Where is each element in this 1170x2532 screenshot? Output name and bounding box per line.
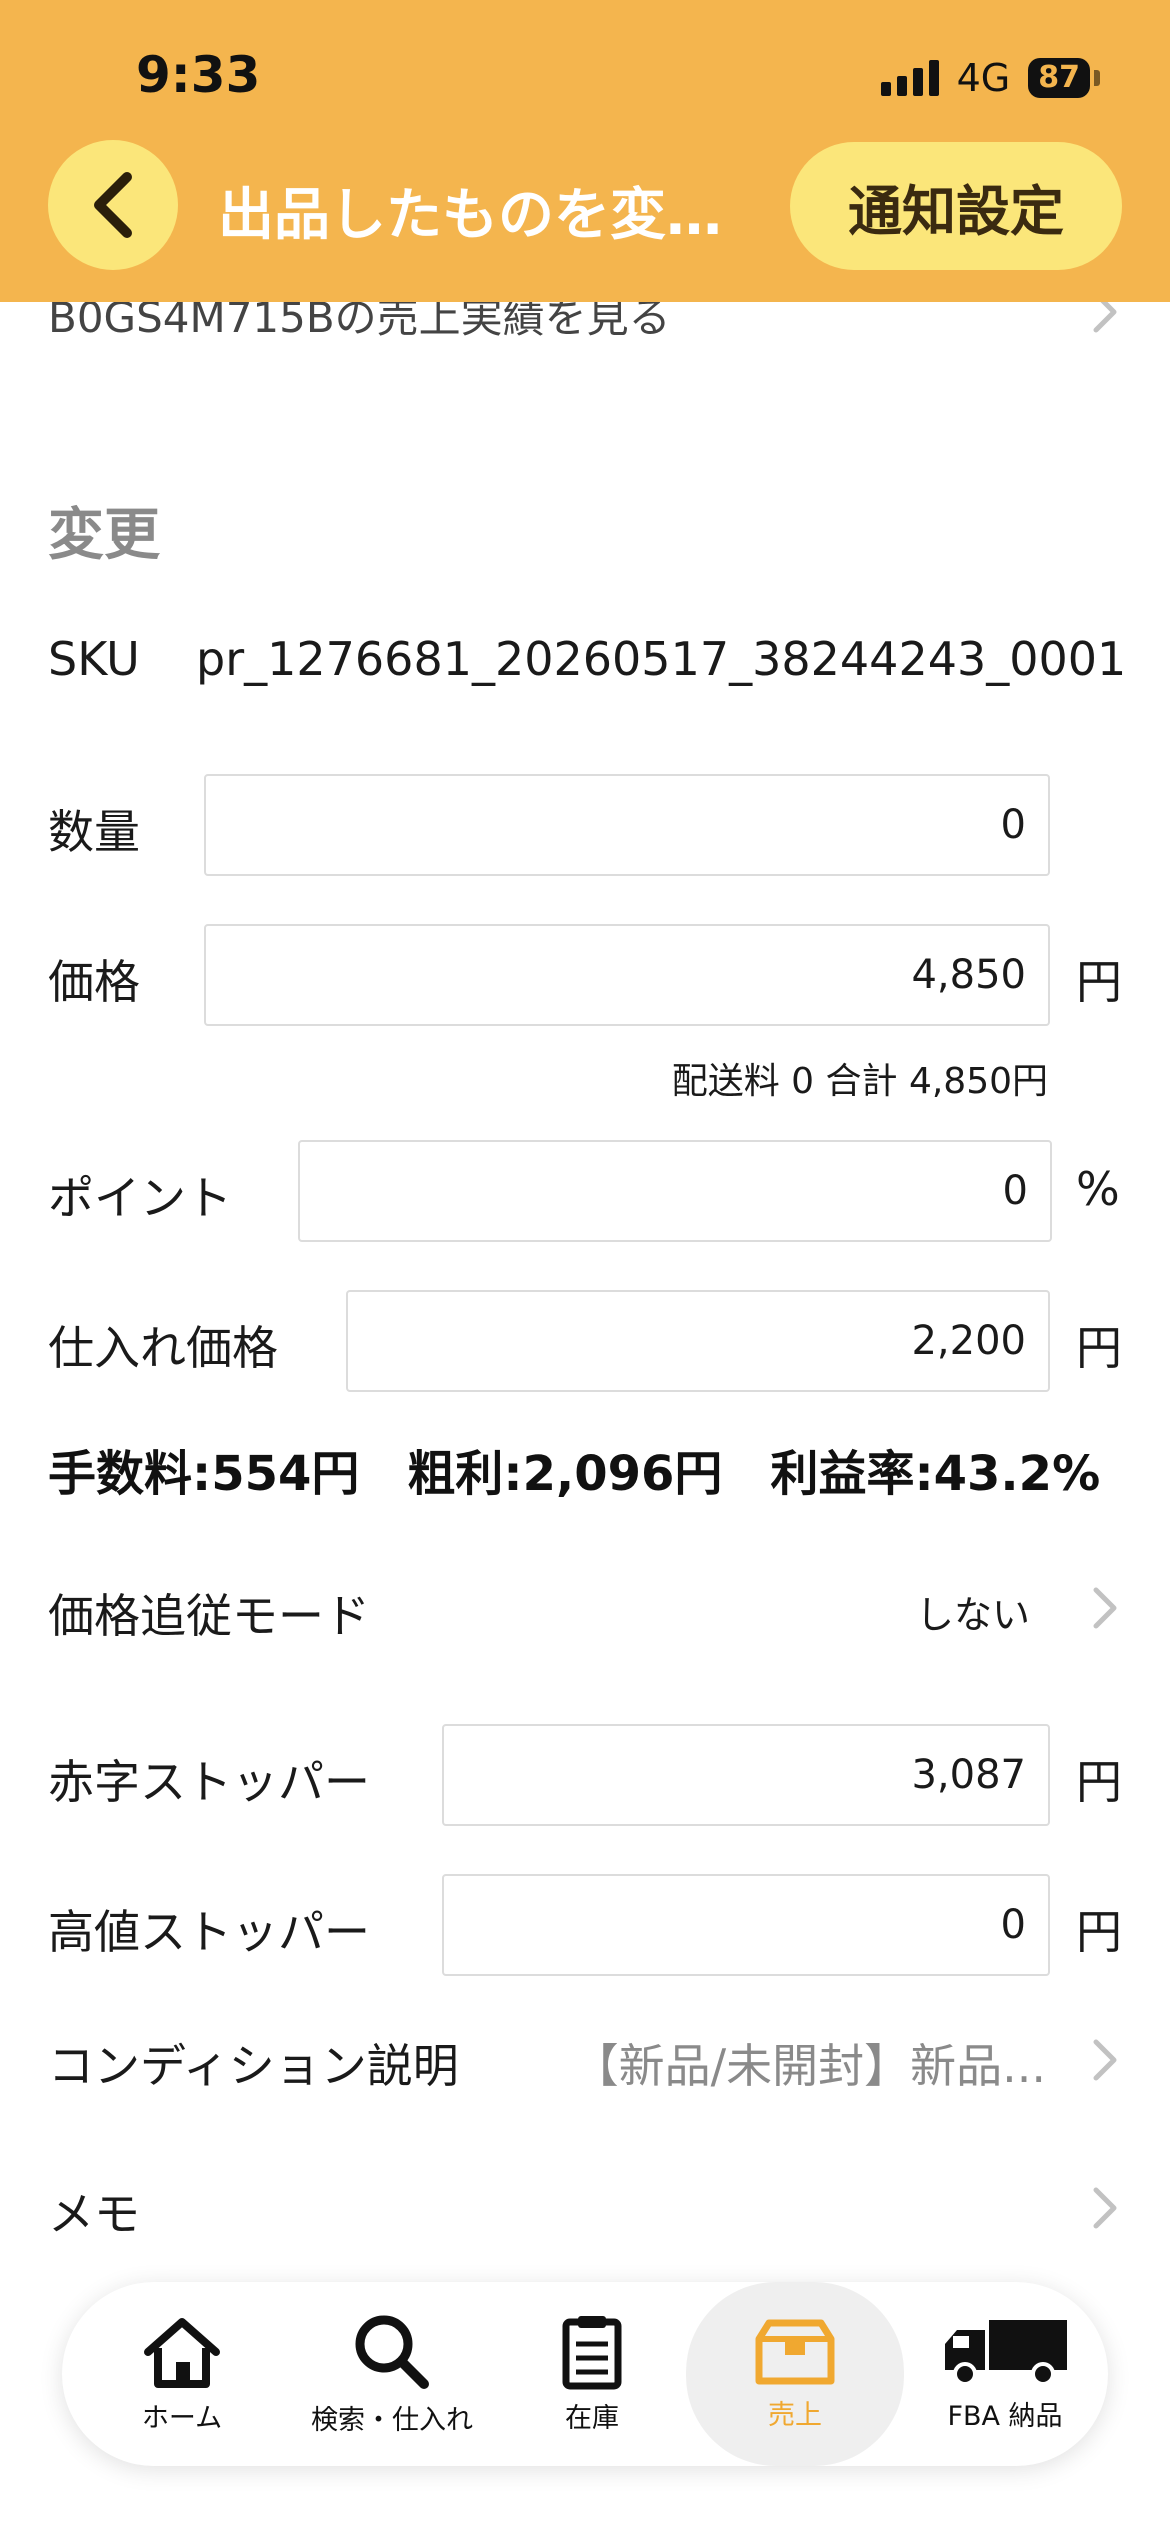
signal-icon [880, 60, 939, 96]
tab-inventory[interactable]: 在庫 [532, 2282, 652, 2466]
price-tracking-value: しない [915, 1593, 1030, 1637]
tab-label: 検索・仕入れ [311, 2404, 473, 2436]
tab-label: ホーム [141, 2402, 223, 2434]
chevron-right-icon [1093, 1587, 1117, 1629]
price-label: 価格 [48, 955, 140, 1009]
profit-summary: 手数料:554円 粗利:2,096円 利益率:43.2% [48, 1434, 1100, 1504]
purchase-price-unit: 円 [1076, 1321, 1122, 1375]
quantity-label: 数量 [48, 805, 140, 859]
battery-icon: 87 [1028, 58, 1100, 98]
memo-row[interactable]: メモ [0, 2158, 1170, 2258]
tab-fba[interactable]: FBA 納品 [930, 2282, 1080, 2466]
gross-profit-text: 粗利:2,096円 [407, 1446, 723, 1502]
app-header: 9:33 4G 87 出品したものを変… 通知設定 [0, 0, 1170, 302]
margin-text: 利益率:43.2% [770, 1446, 1101, 1502]
tab-sales[interactable]: 売上 [686, 2282, 904, 2466]
chevron-left-icon [94, 172, 132, 238]
tab-label: FBA 納品 [947, 2400, 1063, 2432]
purchase-price-label: 仕入れ価格 [48, 1321, 278, 1375]
point-input[interactable]: 0 [298, 1140, 1052, 1242]
status-time: 9:33 [136, 46, 261, 104]
deficit-stopper-label: 赤字ストッパー [48, 1755, 370, 1809]
bottom-tab-bar: ホーム 検索・仕入れ 在庫 売上 FBA 納品 [62, 2282, 1108, 2466]
high-stopper-unit: 円 [1076, 1905, 1122, 1959]
chevron-right-icon [1093, 2187, 1117, 2229]
shipping-total-info: 配送料 0 合計 4,850円 [671, 1061, 1048, 1102]
back-button[interactable] [48, 140, 178, 270]
search-icon [355, 2315, 429, 2389]
page-title: 出品したものを変… [218, 183, 722, 248]
tab-label: 売上 [768, 2399, 822, 2431]
deficit-stopper-input[interactable]: 3,087 [442, 1724, 1050, 1826]
sku-value: pr_1276681_20260517_38244243_0001 [196, 632, 1127, 686]
point-label: ポイント [48, 1171, 232, 1225]
chevron-right-icon [1093, 2039, 1117, 2081]
condition-label: コンディション説明 [48, 2039, 459, 2093]
tab-search[interactable]: 検索・仕入れ [302, 2282, 482, 2466]
price-unit: 円 [1076, 955, 1122, 1009]
price-input[interactable]: 4,850 [204, 924, 1050, 1026]
sku-label: SKU [48, 632, 140, 686]
box-icon [755, 2319, 835, 2384]
high-stopper-label: 高値ストッパー [48, 1905, 370, 1959]
home-icon [144, 2317, 220, 2388]
truck-icon [945, 2319, 1067, 2386]
condition-row[interactable]: コンディション説明 【新品/未開封】新品... [0, 2010, 1170, 2110]
notification-settings-button[interactable]: 通知設定 [790, 142, 1122, 270]
deficit-stopper-unit: 円 [1076, 1755, 1122, 1809]
tab-home[interactable]: ホーム [102, 2282, 262, 2466]
memo-label: メモ [48, 2187, 140, 2241]
point-unit: % [1076, 1162, 1120, 1216]
section-title: 変更 [48, 503, 160, 568]
price-tracking-row[interactable]: 価格追従モード しない [0, 1560, 1170, 1660]
price-tracking-label: 価格追従モード [48, 1589, 370, 1643]
clipboard-icon [562, 2315, 622, 2389]
purchase-price-input[interactable]: 2,200 [346, 1290, 1050, 1392]
tab-label: 在庫 [565, 2402, 619, 2434]
status-indicators: 4G 87 [880, 56, 1100, 100]
condition-value: 【新品/未開封】新品... [572, 2039, 1046, 2093]
fee-text: 手数料:554円 [48, 1446, 360, 1502]
network-type: 4G [956, 56, 1011, 100]
high-stopper-input[interactable]: 0 [442, 1874, 1050, 1976]
quantity-input[interactable]: 0 [204, 774, 1050, 876]
